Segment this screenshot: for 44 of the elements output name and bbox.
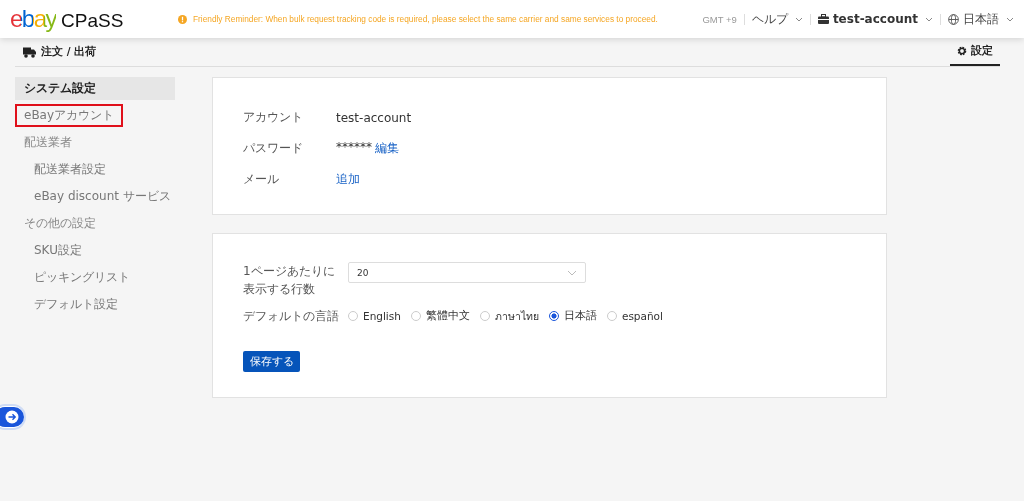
edit-link[interactable]: 追加 — [336, 171, 360, 188]
arrow-right-icon — [0, 407, 24, 427]
sidebar-item[interactable]: eBayアカウント — [15, 104, 124, 127]
field-label: デフォルトの言語 — [243, 308, 340, 325]
language-radio[interactable]: English — [348, 307, 401, 325]
save-button[interactable]: 保存する — [243, 351, 300, 372]
field-label: メール — [243, 171, 280, 188]
language-radio[interactable]: 繁體中文 — [410, 307, 470, 325]
settings-icon — [957, 46, 967, 56]
sidebar-item[interactable]: その他の設定 — [15, 212, 175, 235]
chevron-down-icon — [1006, 16, 1014, 22]
sidebar-item[interactable]: システム設定 — [15, 77, 175, 100]
field-label: パスワード — [243, 140, 304, 157]
field-label: アカウント — [243, 109, 304, 126]
language-radio[interactable]: ภาษาไทย — [479, 307, 539, 325]
rows-per-page-select[interactable]: 20 — [348, 262, 586, 283]
truck-icon — [23, 46, 36, 58]
edit-link[interactable]: 編集 — [375, 140, 399, 157]
briefcase-icon — [817, 14, 829, 24]
timezone-label: GMT +9 — [702, 13, 737, 25]
info-icon — [178, 14, 187, 24]
language-menu[interactable]: 日本語 — [948, 10, 1014, 28]
language-radio[interactable]: español — [606, 307, 663, 325]
expand-button[interactable] — [0, 404, 26, 430]
section-title: 注文 / 出荷 — [41, 45, 97, 59]
sidebar-item[interactable]: ピッキングリスト — [15, 266, 175, 289]
field-value: ****** — [336, 140, 372, 156]
reminder-text: Friendly Reminder: When bulk request tracking code is required, please select the same carrier and same services to proceed. — [193, 14, 658, 24]
field-value: test-account — [336, 110, 412, 125]
sidebar-item[interactable]: SKU設定 — [15, 239, 175, 262]
field-label: 1ページあたりに表示する行数 — [243, 263, 336, 298]
language-radio[interactable]: 日本語 — [548, 307, 597, 325]
help-menu[interactable]: ヘルプ — [751, 10, 803, 28]
chevron-down-icon — [794, 16, 803, 22]
sidebar-item[interactable]: 配送業者設定 — [15, 158, 175, 181]
chevron-down-icon — [567, 269, 577, 276]
sidebar-item[interactable]: eBay discount サービス — [15, 185, 175, 208]
settings-tab[interactable]: 設定 — [950, 38, 1000, 66]
sidebar-item[interactable]: 配送業者 — [15, 131, 175, 154]
chevron-down-icon — [925, 16, 933, 22]
globe-icon — [948, 13, 959, 25]
ebay-cpass-logo[interactable]: ebay CPaSS — [10, 5, 178, 33]
sidebar-item[interactable]: デフォルト設定 — [15, 293, 175, 316]
account-menu[interactable]: test-account — [817, 12, 933, 26]
